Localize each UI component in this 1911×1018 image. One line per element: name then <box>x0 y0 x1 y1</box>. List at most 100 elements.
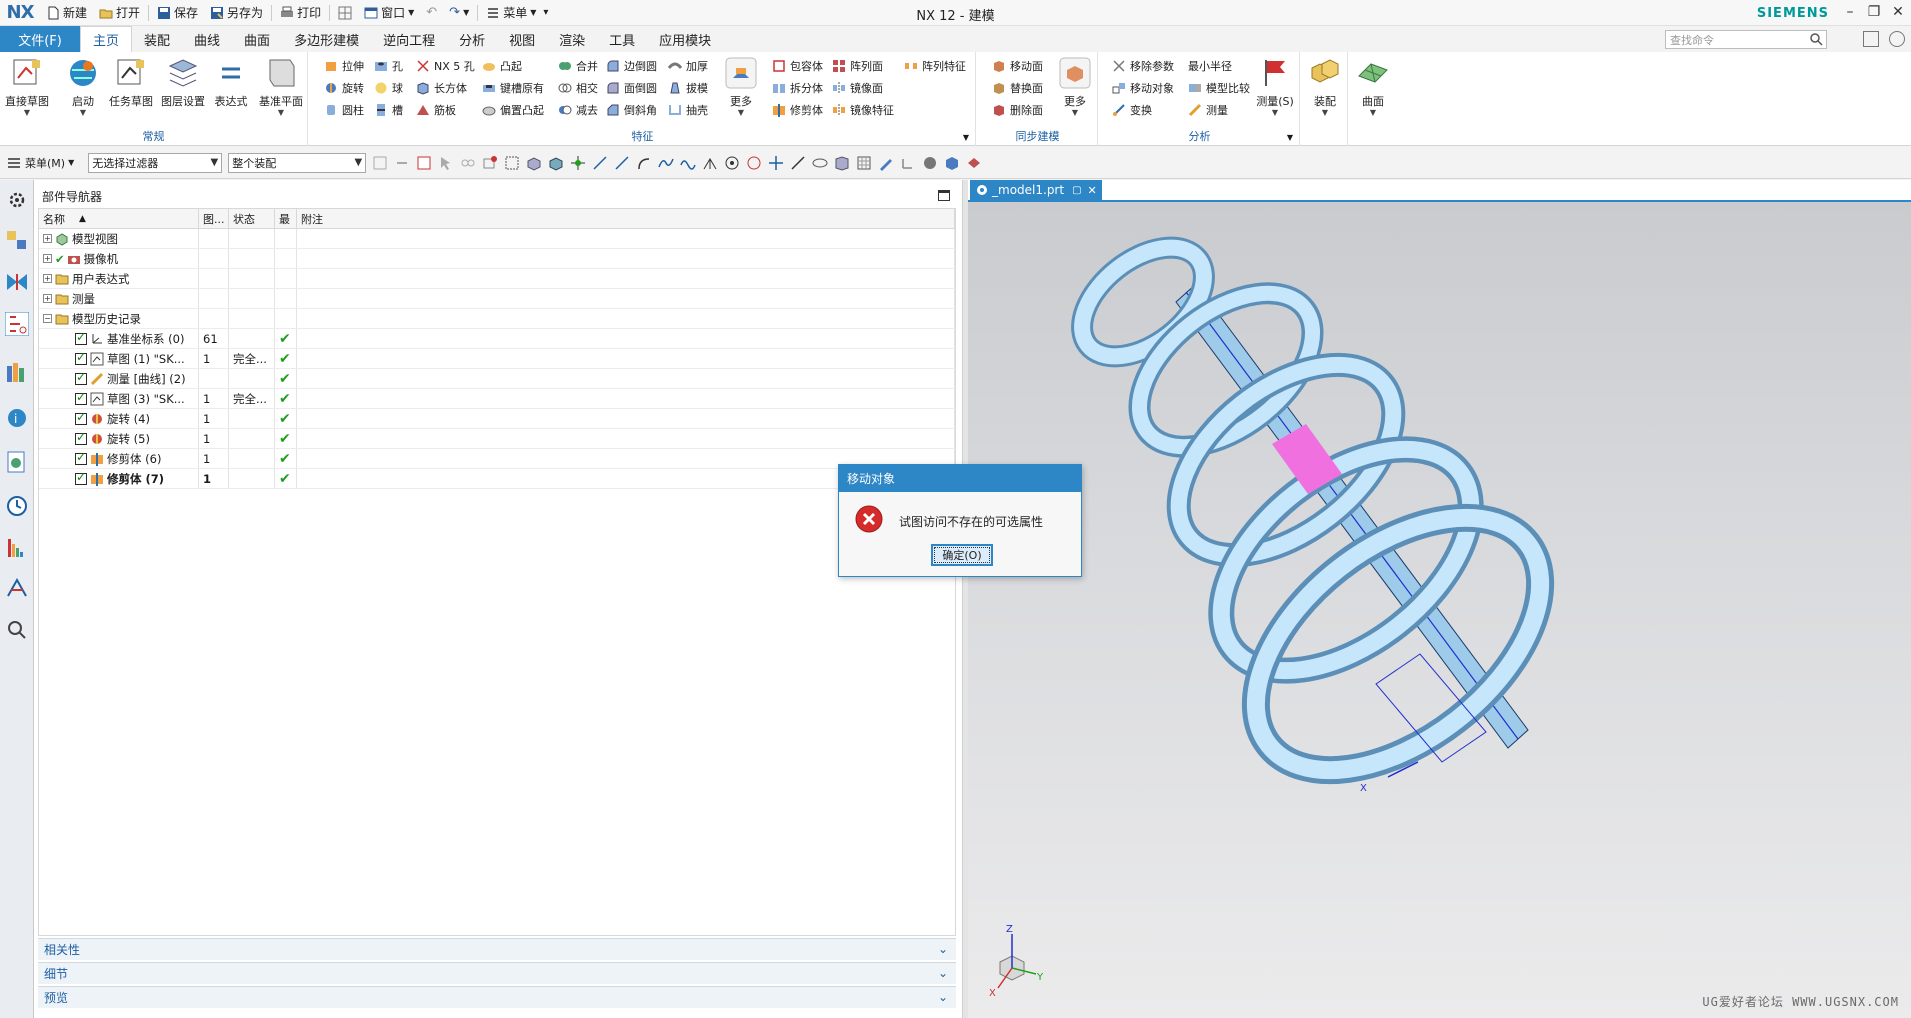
task-sketch-button[interactable]: 任务草图 <box>106 56 156 109</box>
face-blend-button[interactable]: 面倒圆 <box>606 78 657 98</box>
move-object-button[interactable]: 移动对象 <box>1112 78 1174 98</box>
delete-face-button[interactable]: 删除面 <box>992 100 1043 120</box>
redo-button[interactable]: ↷ ▼ <box>443 2 475 24</box>
new-button[interactable]: 新建 <box>40 2 93 24</box>
visibility-checkbox[interactable] <box>75 330 87 345</box>
pattern-face-button[interactable]: 阵列面 <box>832 56 883 76</box>
measure-big-button[interactable]: 测量(S) ▼ <box>1252 56 1298 117</box>
measure-small-button[interactable]: 测量 <box>1188 100 1228 120</box>
close-icon[interactable]: ✕ <box>1891 2 1905 22</box>
column-latest[interactable]: 最 <box>275 209 297 228</box>
visibility-checkbox[interactable] <box>75 390 87 405</box>
panel-dependencies[interactable]: 相关性 ⌄ <box>38 938 956 960</box>
shaded-cube-icon[interactable] <box>944 155 960 171</box>
shell-button[interactable]: 抽壳 <box>668 100 708 120</box>
window-menu-button[interactable]: 窗口 ▼ <box>358 2 420 24</box>
history-item-measure[interactable]: 测量 [曲线] (2) ✔ <box>39 369 955 389</box>
block-button[interactable]: 长方体 <box>416 78 467 98</box>
select-filter-icon[interactable] <box>372 155 388 171</box>
tab-surface[interactable]: 曲面 <box>232 26 282 52</box>
start-button[interactable]: 启动 ▼ <box>58 56 108 117</box>
center-point-icon[interactable] <box>724 155 740 171</box>
ring-1[interactable] <box>1062 226 1224 378</box>
revolve-button[interactable]: 旋转 <box>324 78 364 98</box>
tab-file[interactable]: 文件(F) <box>0 26 80 52</box>
snap-point-icon[interactable] <box>570 155 586 171</box>
offset-emboss-button[interactable]: 偏置凸起 <box>482 100 544 120</box>
nx5-hole-button[interactable]: NX 5 孔 <box>416 56 475 76</box>
document-tab-model1[interactable]: _model1.prt ▢ ✕ <box>970 180 1102 200</box>
tab-render[interactable]: 渲染 <box>547 26 597 52</box>
visibility-checkbox[interactable] <box>75 430 87 445</box>
assembly-navigator-icon[interactable] <box>5 228 29 252</box>
book-icon[interactable] <box>834 155 850 171</box>
tab-tools[interactable]: 工具 <box>597 26 647 52</box>
column-comment[interactable]: 附注 <box>297 209 955 228</box>
tab-options-icon[interactable]: ▢ <box>1072 185 1081 196</box>
chevron-down-icon[interactable]: ▼ <box>1287 133 1293 142</box>
solid-body-icon[interactable] <box>526 155 542 171</box>
command-search-input[interactable]: 查找命令 <box>1665 30 1827 49</box>
tree-node-model-history[interactable]: − 模型历史记录 <box>39 309 955 329</box>
clock-icon[interactable] <box>5 494 29 518</box>
slot-legacy-button[interactable]: 键槽原有 <box>482 78 544 98</box>
chamfer-button[interactable]: 倒斜角 <box>606 100 657 120</box>
select-chain-icon[interactable] <box>460 155 476 171</box>
edit-section-icon[interactable] <box>878 155 894 171</box>
expand-icon[interactable]: + <box>43 294 52 303</box>
close-icon[interactable]: ✕ <box>1088 184 1097 197</box>
layer-settings-button[interactable]: 图层设置 <box>158 56 208 109</box>
draft-button[interactable]: 拔模 <box>668 78 708 98</box>
view-icon[interactable] <box>812 155 828 171</box>
move-face-button[interactable]: 移动面 <box>992 56 1043 76</box>
arc-icon[interactable] <box>636 155 652 171</box>
print-button[interactable]: 打印 <box>274 2 327 24</box>
replace-face-button[interactable]: 替换面 <box>992 78 1043 98</box>
mirror-face-button[interactable]: 镜像面 <box>832 78 883 98</box>
tab-view[interactable]: 视图 <box>497 26 547 52</box>
rectangle-select-icon[interactable] <box>504 155 520 171</box>
circle-point-icon[interactable] <box>746 155 762 171</box>
select-box-icon[interactable] <box>416 155 432 171</box>
bounding-body-button[interactable]: 包容体 <box>772 56 823 76</box>
dialog-title[interactable]: 移动对象 <box>839 465 1081 492</box>
expand-icon[interactable]: + <box>43 274 52 283</box>
thicken-button[interactable]: 加厚 <box>668 56 708 76</box>
wcs-icon[interactable] <box>900 155 916 171</box>
model-compare-button[interactable]: 模型比较 <box>1188 78 1250 98</box>
select-link-icon[interactable] <box>394 155 410 171</box>
collapse-icon[interactable]: − <box>43 314 52 323</box>
save-button[interactable]: 保存 <box>151 2 204 24</box>
assembly-button[interactable]: 装配 ▼ <box>1302 56 1348 117</box>
tree-node-user-expressions[interactable]: + 用户表达式 <box>39 269 955 289</box>
open-button[interactable]: 打开 <box>93 2 146 24</box>
history-item-trim-body-7[interactable]: 修剪体 (7) 1 ✔ <box>39 469 955 489</box>
pattern-feature-button[interactable]: 阵列特征 <box>904 56 966 76</box>
visibility-checkbox[interactable] <box>75 370 87 385</box>
feature-more-button[interactable]: 更多 ▼ <box>720 56 762 117</box>
hole-button[interactable]: 孔 <box>374 56 403 76</box>
direct-sketch-button[interactable]: 直接草图 ▼ <box>2 56 52 117</box>
roles-icon[interactable] <box>5 576 29 600</box>
slash-icon[interactable] <box>790 155 806 171</box>
visibility-checkbox[interactable] <box>75 410 87 425</box>
visibility-checkbox[interactable] <box>75 350 87 365</box>
customize-icon[interactable]: ▾ <box>543 7 548 18</box>
groove-button[interactable]: 槽 <box>374 100 403 120</box>
curve-line-icon[interactable] <box>592 155 608 171</box>
main-menu-button[interactable]: 菜单(M) ▼ <box>6 155 74 171</box>
datum-plane-button[interactable]: 基准平面 ▼ <box>256 56 306 117</box>
panel-details[interactable]: 细节 ⌄ <box>38 962 956 984</box>
column-picture[interactable]: 图... <box>199 209 229 228</box>
remove-parameters-button[interactable]: 移除参数 <box>1112 56 1174 76</box>
visibility-checkbox[interactable] <box>75 470 87 485</box>
tab-reverse-engineering[interactable]: 逆向工程 <box>371 26 447 52</box>
search-icon[interactable] <box>1810 33 1823 46</box>
spline-icon[interactable] <box>658 155 674 171</box>
web-browser-icon[interactable]: i <box>5 406 29 430</box>
graphics-viewport[interactable]: X Z Y X UG爱好者论坛 WWW.UGSNX.COM <box>968 202 1911 1018</box>
history-item-datum-csys[interactable]: 基准坐标系 (0) 61 ✔ <box>39 329 955 349</box>
tree-node-cameras[interactable]: + ✔ 摄像机 <box>39 249 955 269</box>
history-item-revolve-4[interactable]: 旋转 (4) 1 ✔ <box>39 409 955 429</box>
line-icon[interactable] <box>614 155 630 171</box>
